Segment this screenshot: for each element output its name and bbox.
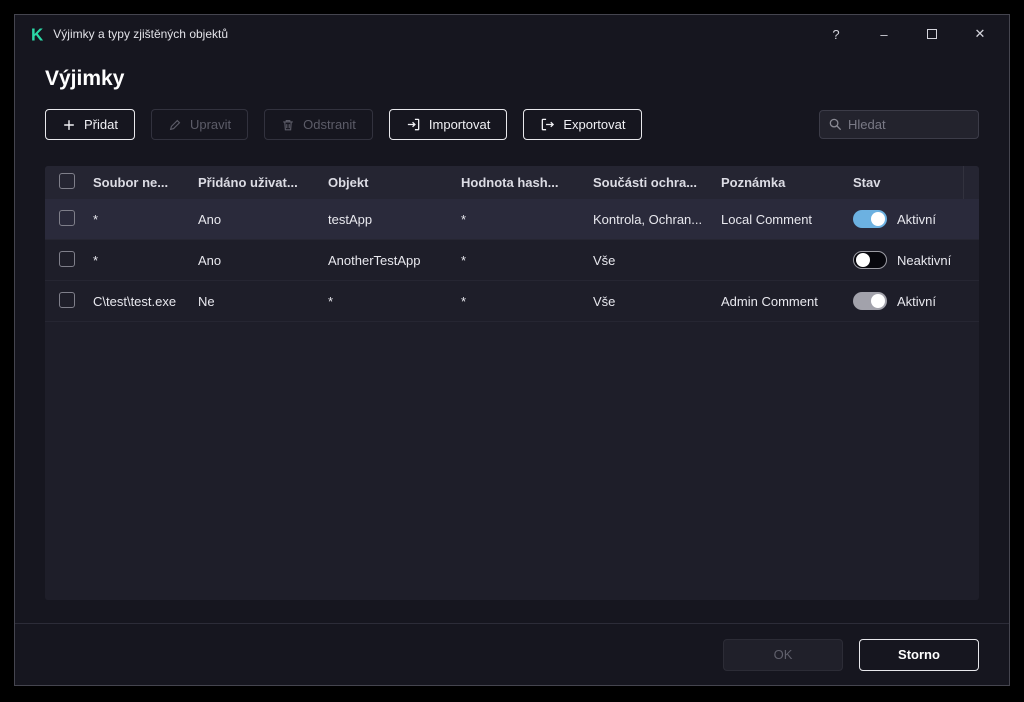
cell-object: * <box>328 293 334 309</box>
column-header-hash: Hodnota hash... <box>461 175 559 190</box>
help-button[interactable]: ? <box>821 20 851 48</box>
dialog-window: K Výjimky a typy zjištěných objektů ? – … <box>14 14 1010 686</box>
import-icon <box>407 118 420 131</box>
search-icon <box>829 118 842 131</box>
pencil-icon <box>169 119 181 130</box>
table-header-row: Soubor ne... Přidáno uživat... Objekt Ho… <box>45 166 979 199</box>
export-icon <box>542 118 555 131</box>
toggle-knob <box>856 253 870 267</box>
title-bar: K Výjimky a typy zjištěných objektů ? – … <box>15 15 1009 53</box>
maximize-icon <box>927 29 937 39</box>
cell-hash: * <box>461 293 467 309</box>
trash-icon <box>283 119 293 130</box>
cell-components: Kontrola, Ochran... <box>593 211 703 227</box>
page-title: Výjimky <box>45 67 125 90</box>
add-button[interactable]: Přidat <box>45 109 135 140</box>
table-empty-area <box>45 322 979 600</box>
cell-file: * <box>93 252 99 268</box>
table-row[interactable]: * Ano AnotherTestApp * Vše Neaktivní <box>45 240 979 281</box>
cell-hash: * <box>461 252 467 268</box>
search-input[interactable] <box>819 110 979 139</box>
cell-components: Vše <box>593 252 616 268</box>
status-label: Neaktivní <box>897 252 952 268</box>
toolbar: Přidat Upravit Odstranit Importovat Expo… <box>45 109 979 140</box>
cancel-button[interactable]: Storno <box>859 638 979 671</box>
table-row[interactable]: C\test\test.exe Ne * * Vše Admin Comment… <box>45 281 979 322</box>
status-label: Aktivní <box>897 211 937 227</box>
cell-file: * <box>93 211 99 227</box>
column-header-added-by-user: Přidáno uživat... <box>198 175 298 190</box>
cell-added-by-user: Ne <box>198 293 215 309</box>
exclusions-table: Soubor ne... Přidáno uživat... Objekt Ho… <box>45 166 979 600</box>
cell-object: testApp <box>328 211 373 227</box>
column-header-status: Stav <box>853 175 881 190</box>
kaspersky-logo-icon: K <box>31 24 44 44</box>
cell-added-by-user: Ano <box>198 252 222 268</box>
cell-comment: Admin Comment <box>721 293 818 309</box>
ok-button[interactable]: OK <box>723 638 843 671</box>
maximize-button[interactable] <box>917 20 947 48</box>
toggle-knob <box>871 294 885 308</box>
status-label: Aktivní <box>897 293 937 309</box>
column-header-components: Součásti ochra... <box>593 175 698 190</box>
status-toggle[interactable] <box>853 251 887 269</box>
column-header-file: Soubor ne... <box>93 175 169 190</box>
cell-file: C\test\test.exe <box>93 293 177 309</box>
search-box <box>819 110 979 139</box>
row-checkbox[interactable] <box>59 209 75 226</box>
cell-added-by-user: Ano <box>198 211 222 227</box>
edit-button[interactable]: Upravit <box>150 109 249 140</box>
toggle-knob <box>871 212 885 226</box>
import-button[interactable]: Importovat <box>388 109 508 140</box>
minimize-button[interactable]: – <box>869 20 899 48</box>
status-toggle[interactable] <box>853 210 887 228</box>
window-title: Výjimky a typy zjištěných objektů <box>53 27 229 41</box>
export-button[interactable]: Exportovat <box>523 109 643 140</box>
cell-hash: * <box>461 211 467 227</box>
select-all-checkbox[interactable] <box>59 173 75 189</box>
table-header-gutter <box>963 166 979 199</box>
status-toggle[interactable] <box>853 292 887 310</box>
cell-object: AnotherTestApp <box>328 252 421 268</box>
column-header-object: Objekt <box>328 175 369 190</box>
cell-comment: Local Comment <box>721 211 813 227</box>
delete-button[interactable]: Odstranit <box>264 109 373 140</box>
close-button[interactable]: ✕ <box>965 20 995 48</box>
plus-icon <box>64 119 74 130</box>
table-row[interactable]: * Ano testApp * Kontrola, Ochran... Loca… <box>45 199 979 240</box>
dialog-footer: OK Storno <box>15 623 1009 685</box>
row-checkbox[interactable] <box>59 291 75 308</box>
cell-components: Vše <box>593 293 616 309</box>
column-header-comment: Poznámka <box>721 175 786 190</box>
row-checkbox[interactable] <box>59 250 75 267</box>
